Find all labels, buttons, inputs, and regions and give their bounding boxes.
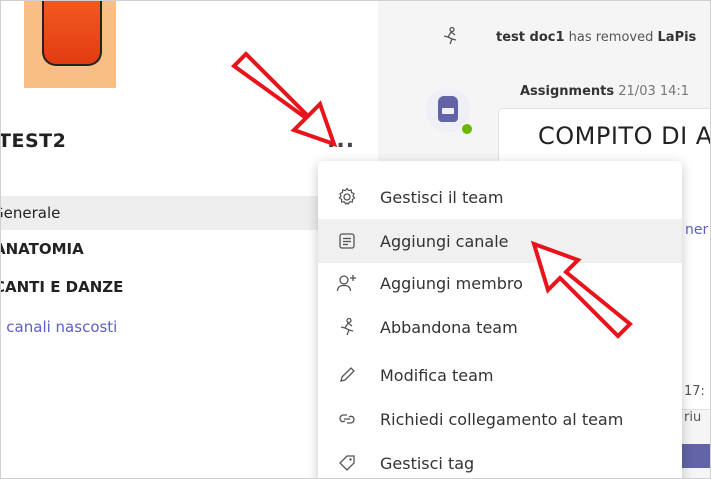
peek-link-text[interactable]: ner	[685, 222, 708, 238]
menu-item-manage-team[interactable]: Gestisci il team	[318, 175, 682, 219]
team-avatar[interactable]	[24, 0, 116, 88]
peek-text: riu	[684, 410, 702, 425]
menu-item-label: Modifica team	[380, 365, 494, 385]
activity-user: test doc1	[496, 30, 565, 45]
team-name: TEST2	[0, 130, 67, 152]
menu-item-request-link[interactable]: Richiedi collegamento al team	[318, 397, 682, 441]
menu-item-label: Aggiungi membro	[380, 273, 523, 293]
menu-item-manage-tags[interactable]: Gestisci tag	[318, 441, 682, 479]
screenshot-frame: TEST2 ... Generale ANATOMIA CANTI E DANZ…	[0, 0, 711, 479]
assignments-app-avatar[interactable]	[426, 88, 474, 136]
annotation-arrow-icon	[530, 240, 633, 339]
annotation-arrow-icon	[230, 51, 338, 148]
backpack-icon	[438, 96, 458, 122]
menu-item-label: Richiedi collegamento al team	[380, 409, 624, 429]
pencil-icon	[336, 364, 358, 386]
tag-icon	[336, 452, 358, 474]
menu-item-label: Aggiungi canale	[380, 231, 509, 251]
channel-label: CANTI E DANZE	[0, 278, 124, 296]
add-person-icon	[336, 272, 358, 294]
menu-item-edit-team[interactable]: Modifica team	[318, 353, 682, 397]
peek-time: 17:	[684, 384, 705, 399]
assignment-time: 21/03 14:1	[618, 84, 690, 99]
leave-activity-icon	[440, 26, 460, 51]
assignment-meta: Assignments 21/03 14:1	[520, 84, 689, 99]
channel-icon	[336, 230, 358, 252]
presence-indicator	[460, 122, 474, 136]
channel-label: ANATOMIA	[0, 240, 84, 258]
activity-target: LaPis	[657, 30, 697, 45]
menu-item-label: Gestisci tag	[380, 453, 475, 473]
leave-icon	[336, 316, 358, 338]
hidden-channels-label: 2 canali nascosti	[0, 318, 118, 336]
gear-icon	[336, 186, 358, 208]
activity-message: test doc1 has removed LaPis	[496, 30, 696, 45]
menu-item-label: Abbandona team	[380, 317, 518, 337]
channel-label: Generale	[0, 204, 61, 222]
menu-item-label: Gestisci il team	[380, 187, 504, 207]
activity-text: has removed	[568, 30, 654, 45]
link-icon	[336, 408, 358, 430]
assignment-title: COMPITO DI A	[538, 122, 711, 150]
assignment-source: Assignments	[520, 84, 615, 99]
